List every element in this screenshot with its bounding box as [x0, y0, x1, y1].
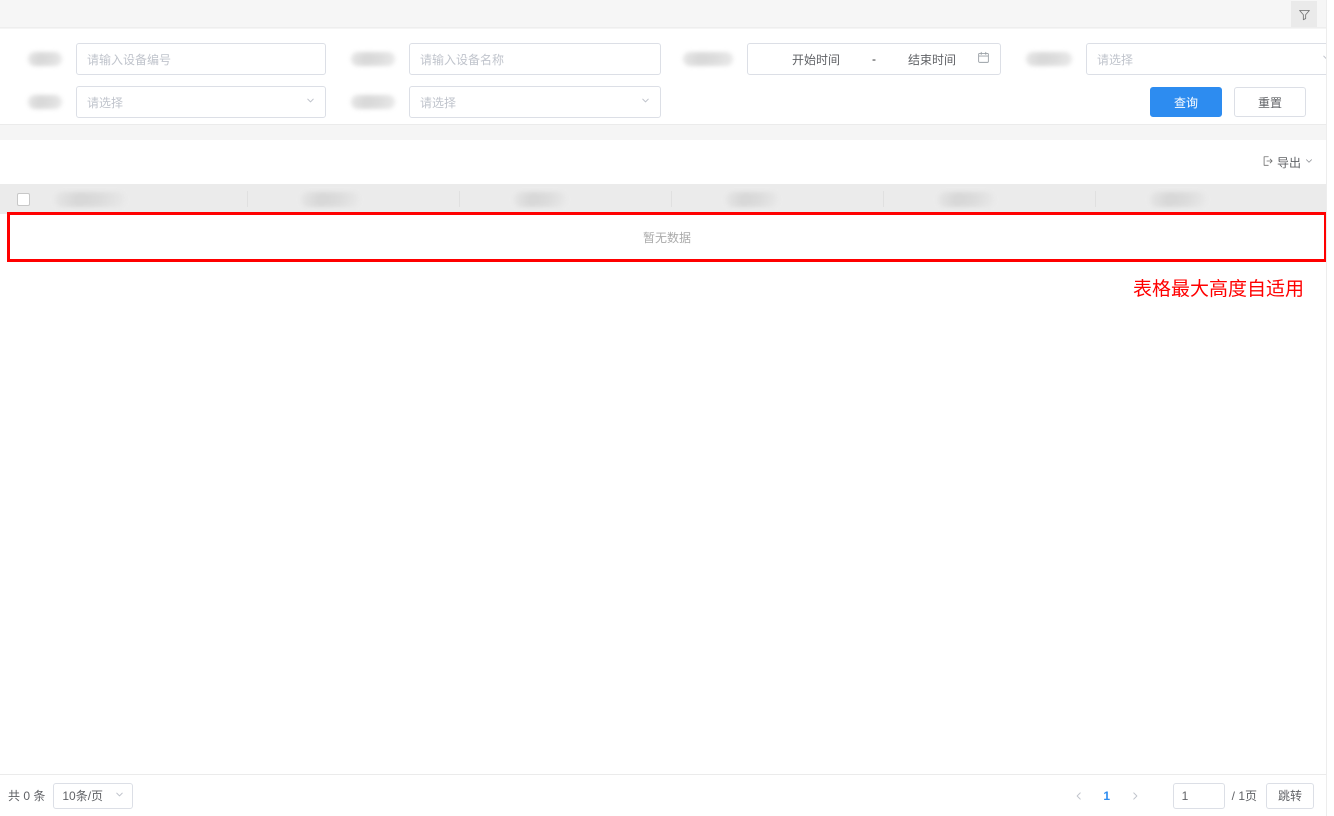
- export-button[interactable]: 导出: [1258, 151, 1318, 174]
- top-strip: [0, 0, 1326, 28]
- next-page-button[interactable]: [1121, 782, 1149, 810]
- filter-funnel-icon: [1298, 8, 1311, 21]
- annotation-note: 表格最大高度自适用: [1132, 278, 1304, 300]
- chevron-down-icon: [305, 95, 316, 109]
- table-empty-state: 暂无数据: [7, 212, 1327, 262]
- device-name-input[interactable]: 请输入设备名称: [409, 43, 661, 75]
- select-all-checkbox[interactable]: [17, 192, 30, 206]
- search-form-row-2: 请选择 请选择 查询 重置: [0, 86, 1326, 118]
- field-status-select: 请选择: [1022, 43, 1334, 75]
- table-column-header-5[interactable]: [884, 184, 1096, 214]
- search-filter-panel: 请输入设备编号 请输入设备名称 开始时间 - 结束时间 请选择 请选择 请选择 …: [0, 29, 1334, 125]
- field-label-device-number: [24, 43, 62, 75]
- filter-toggle-button[interactable]: [1291, 1, 1317, 27]
- field-device-name: 请输入设备名称: [347, 43, 661, 75]
- table-column-header-3[interactable]: [460, 184, 672, 214]
- table-column-header-2[interactable]: [248, 184, 460, 214]
- date-range-end[interactable]: 结束时间: [884, 51, 980, 68]
- field-date-range: 开始时间 - 结束时间: [679, 43, 1001, 75]
- table-panel: 导出 暂无数据 表格最大高度自适用: [0, 140, 1327, 774]
- total-count-label: 共 0 条: [8, 789, 46, 803]
- field-label-type: [24, 86, 62, 118]
- search-button[interactable]: 查询: [1150, 87, 1222, 117]
- device-number-input[interactable]: 请输入设备编号: [76, 43, 326, 75]
- total-pages-label: / 1页: [1231, 789, 1257, 803]
- export-icon: [1262, 155, 1274, 170]
- chevron-down-icon: [640, 95, 651, 109]
- date-range-start[interactable]: 开始时间: [768, 51, 864, 68]
- prev-page-button[interactable]: [1065, 782, 1093, 810]
- chevron-down-icon: [114, 789, 125, 803]
- device-number-placeholder: 请输入设备编号: [87, 52, 172, 67]
- page-size-label: 10条/页: [62, 789, 104, 803]
- table-column-header-6[interactable]: [1096, 184, 1308, 214]
- page-number-1[interactable]: 1: [1093, 782, 1121, 810]
- category-select-placeholder: 请选择: [420, 95, 457, 110]
- pager-controls: 1 1 / 1页 跳转: [1065, 782, 1314, 810]
- export-label: 导出: [1276, 155, 1301, 170]
- type-select-placeholder: 请选择: [87, 95, 124, 110]
- field-label-date-range: [679, 43, 733, 75]
- vertical-scrollbar[interactable]: [1326, 0, 1334, 816]
- field-label-category: [347, 86, 395, 118]
- table-header-row: [0, 184, 1326, 214]
- search-form-row-1: 请输入设备编号 请输入设备名称 开始时间 - 结束时间 请选择: [0, 43, 1334, 75]
- field-device-number: 请输入设备编号: [24, 43, 326, 75]
- pagination-bar: 共 0 条 10条/页 1 1 / 1页 跳转: [0, 774, 1326, 816]
- table-column-header-1[interactable]: [38, 184, 248, 214]
- device-name-placeholder: 请输入设备名称: [420, 52, 505, 67]
- app-root: 请输入设备编号 请输入设备名称 开始时间 - 结束时间 请选择 请选择 请选择 …: [0, 0, 1334, 816]
- table-toolbar: 导出: [1258, 149, 1318, 175]
- field-category-select: 请选择: [347, 86, 661, 118]
- empty-state-text: 暂无数据: [642, 230, 691, 245]
- date-range-separator: -: [872, 52, 876, 66]
- data-table: 暂无数据: [0, 184, 1327, 264]
- field-label-status: [1022, 43, 1072, 75]
- reset-button[interactable]: 重置: [1234, 87, 1306, 117]
- jump-page-input[interactable]: 1: [1172, 782, 1225, 809]
- type-select[interactable]: 请选择: [76, 86, 326, 118]
- chevron-down-icon: [1304, 155, 1314, 169]
- category-select[interactable]: 请选择: [409, 86, 661, 118]
- table-column-header-4[interactable]: [672, 184, 884, 214]
- status-select[interactable]: 请选择: [1086, 43, 1334, 75]
- search-actions: 查询 重置: [1150, 87, 1306, 117]
- date-range-picker[interactable]: 开始时间 - 结束时间: [747, 43, 1001, 75]
- field-type-select: 请选择: [24, 86, 326, 118]
- page-size-select[interactable]: 10条/页: [53, 782, 134, 809]
- calendar-icon: [977, 51, 990, 67]
- jump-button[interactable]: 跳转: [1266, 782, 1314, 809]
- jump-page-value: 1: [1181, 788, 1189, 803]
- status-select-placeholder: 请选择: [1097, 52, 1134, 67]
- table-select-all-cell: [0, 184, 38, 214]
- field-label-device-name: [347, 43, 395, 75]
